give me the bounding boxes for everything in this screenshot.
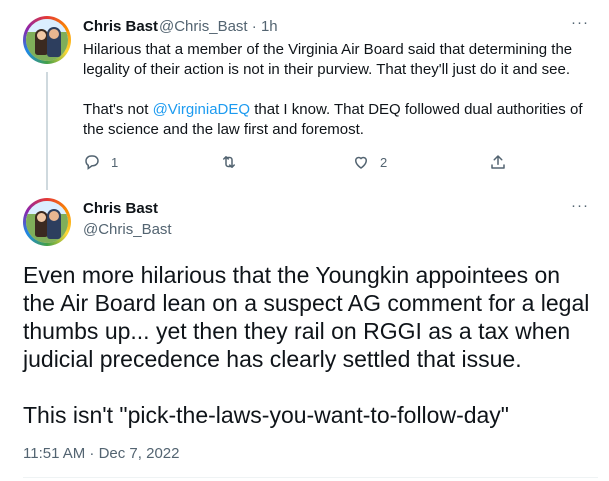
- share-button[interactable]: [489, 153, 507, 171]
- tweet-actions: 1 2: [83, 153, 523, 173]
- avatar[interactable]: [23, 198, 71, 246]
- reply-button[interactable]: 1: [83, 153, 118, 171]
- author-handle[interactable]: @Chris_Bast: [159, 18, 248, 35]
- tweet-age[interactable]: 1h: [261, 18, 278, 35]
- more-options-button[interactable]: ···: [571, 197, 589, 214]
- tweet-paragraph: Even more hilarious that the Youngkin ap…: [23, 262, 590, 372]
- meta-separator: ·: [251, 18, 257, 35]
- tweet-paragraph: This isn't "pick-the-laws-you-want-to-fo…: [23, 402, 509, 428]
- avatar-photo: [26, 19, 68, 61]
- tweet-text: Hilarious that a member of the Virginia …: [83, 40, 598, 140]
- tweet-paragraph: Hilarious that a member of the Virginia …: [83, 41, 573, 78]
- heart-icon: [354, 156, 368, 169]
- tweet-text: Even more hilarious that the Youngkin ap…: [23, 261, 593, 429]
- avatar-photo: [26, 201, 68, 243]
- reply-count: 1: [111, 154, 119, 170]
- more-options-button[interactable]: ···: [571, 14, 589, 31]
- author-name[interactable]: Chris Bast: [83, 200, 158, 217]
- avatar[interactable]: [23, 16, 71, 64]
- like-button[interactable]: 2: [352, 153, 387, 171]
- thread-connector-line: [46, 72, 48, 190]
- mention-link[interactable]: @VirginiaDEQ: [153, 101, 251, 118]
- tweet-timestamp[interactable]: 11:51 AM · Dec 7, 2022: [23, 445, 179, 462]
- author-handle[interactable]: @Chris_Bast: [83, 221, 172, 238]
- share-icon: [491, 155, 505, 169]
- retweet-button[interactable]: [220, 153, 238, 171]
- reply-icon: [85, 155, 99, 170]
- author-name[interactable]: Chris Bast: [83, 18, 158, 35]
- divider: [23, 477, 598, 478]
- author-meta: @Chris_Bast · 1h: [159, 18, 278, 35]
- tweet-paragraph: That's not @VirginiaDEQ that I know. Tha…: [83, 101, 583, 138]
- like-count: 2: [380, 154, 388, 170]
- retweet-icon: [223, 156, 235, 168]
